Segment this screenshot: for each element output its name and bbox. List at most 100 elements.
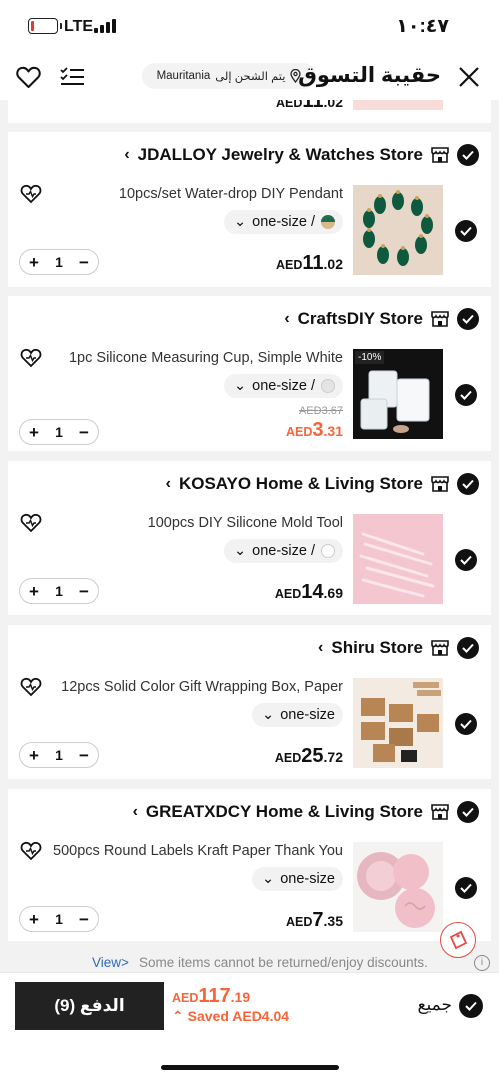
item-title[interactable]: 500pcs Round Labels Kraft Paper Thank Yo… (53, 843, 343, 859)
wishlist-heart-icon[interactable] (15, 64, 41, 90)
product-thumbnail[interactable] (353, 842, 443, 932)
variant-selector[interactable]: ⌄ one-size (252, 703, 343, 727)
store-name[interactable]: CraftsDIY Store (298, 309, 423, 329)
product-thumbnail[interactable] (353, 100, 443, 110)
quantity-value[interactable]: 1 (55, 254, 63, 270)
increase-button[interactable]: + (26, 254, 42, 271)
item-title[interactable]: 100pcs DIY Silicone Mold Tool (53, 515, 343, 531)
variant-label: one-size / (252, 214, 315, 230)
store-card: ‹ GREATXDCY Home & Living Store 500pcs R… (8, 789, 491, 941)
quantity-stepper[interactable]: + 1 − (19, 249, 99, 275)
shipping-destination[interactable]: Mauritania يتم الشحن إلى (142, 63, 316, 89)
quantity-stepper[interactable]: + 1 − (19, 578, 99, 604)
product-thumbnail[interactable] (353, 185, 443, 275)
item-title[interactable]: 1pc Silicone Measuring Cup, Simple White (53, 350, 343, 366)
move-to-wishlist-icon[interactable] (20, 348, 42, 370)
battery-icon (28, 18, 62, 34)
store-select-checkbox[interactable] (457, 801, 479, 823)
item-select-checkbox[interactable] (455, 220, 477, 242)
store-icon (431, 640, 449, 656)
variant-selector[interactable]: ⌄ one-size / (223, 210, 343, 234)
status-bar: LTE ١٠:٤٧ (0, 0, 499, 54)
variant-selector[interactable]: ⌄ one-size / (223, 374, 343, 398)
chevron-down-icon: ⌄ (262, 707, 275, 723)
item-title[interactable]: 10pcs/set Water-drop DIY Pendant (53, 186, 343, 202)
store-name[interactable]: GREATXDCY Home & Living Store (146, 802, 423, 822)
checkout-bar: الدفع (9) AED117.19 ⌃ Saved AED4.04 جميع (0, 972, 499, 1080)
store-header[interactable]: ‹ KOSAYO Home & Living Store (166, 473, 479, 495)
item-select-checkbox[interactable] (455, 713, 477, 735)
quantity-value[interactable]: 1 (55, 424, 63, 440)
store-icon (431, 311, 449, 327)
saved-label: Saved AED4.04 (187, 1008, 290, 1024)
increase-button[interactable]: + (26, 424, 42, 441)
color-swatch (321, 379, 335, 393)
info-icon[interactable]: i (474, 955, 490, 971)
quantity-stepper[interactable]: + 1 − (19, 742, 99, 768)
quantity-value[interactable]: 1 (55, 583, 63, 599)
move-to-wishlist-icon[interactable] (20, 184, 42, 206)
quantity-value[interactable]: 1 (55, 747, 63, 763)
cart-item-partial: AED11.02 (8, 100, 491, 123)
signal-icon (94, 19, 116, 33)
store-header[interactable]: ‹ GREATXDCY Home & Living Store (133, 801, 479, 823)
store-select-checkbox[interactable] (457, 308, 479, 330)
move-to-wishlist-icon[interactable] (20, 841, 42, 863)
item-title[interactable]: 12pcs Solid Color Gift Wrapping Box, Pap… (53, 679, 343, 695)
increase-button[interactable]: + (26, 583, 42, 600)
decrease-button[interactable]: − (76, 911, 92, 928)
increase-button[interactable]: + (26, 911, 42, 928)
store-card: ‹ KOSAYO Home & Living Store 100pcs DIY … (8, 461, 491, 615)
decrease-button[interactable]: − (76, 424, 92, 441)
checkout-button[interactable]: الدفع (9) (15, 982, 164, 1030)
store-card: ‹ CraftsDIY Store 1pc Silicone Measuring… (8, 296, 491, 451)
notice-text: Some items cannot be returned/enjoy disc… (139, 955, 428, 970)
store-header[interactable]: ‹ Shiru Store (318, 637, 479, 659)
list-menu-icon[interactable] (59, 64, 85, 90)
color-swatch (321, 544, 335, 558)
store-icon (431, 804, 449, 820)
store-name[interactable]: KOSAYO Home & Living Store (179, 474, 423, 494)
quantity-value[interactable]: 1 (55, 911, 63, 927)
select-all-checkbox[interactable] (459, 994, 483, 1018)
product-thumbnail[interactable] (353, 514, 443, 604)
store-name[interactable]: JDALLOY Jewelry & Watches Store (138, 145, 423, 165)
store-header[interactable]: ‹ CraftsDIY Store (284, 308, 479, 330)
move-to-wishlist-icon[interactable] (20, 513, 42, 535)
network-label: LTE (64, 18, 94, 35)
item-price: AED11.02 (275, 252, 343, 274)
item-select-checkbox[interactable] (455, 549, 477, 571)
chevron-down-icon: ⌄ (262, 871, 275, 887)
store-select-checkbox[interactable] (457, 144, 479, 166)
saved-amount[interactable]: ⌃ Saved AED4.04 (172, 1008, 289, 1025)
variant-label: one-size / (252, 543, 315, 559)
variant-label: one-size / (252, 378, 315, 394)
select-all-label[interactable]: جميع (417, 995, 452, 1015)
decrease-button[interactable]: − (76, 254, 92, 271)
variant-label: one-size (280, 871, 335, 887)
cart-list[interactable]: AED11.02 ‹ JDALLOY Jewelry & Watches Sto… (0, 100, 499, 970)
store-icon (431, 147, 449, 163)
increase-button[interactable]: + (26, 747, 42, 764)
store-header[interactable]: ‹ JDALLOY Jewelry & Watches Store (124, 144, 479, 166)
variant-selector[interactable]: ⌄ one-size (252, 867, 343, 891)
item-select-checkbox[interactable] (455, 384, 477, 406)
item-price: AED25.72 (274, 745, 343, 767)
move-to-wishlist-icon[interactable] (20, 677, 42, 699)
product-thumbnail[interactable] (353, 678, 443, 768)
decrease-button[interactable]: − (76, 747, 92, 764)
item-select-checkbox[interactable] (455, 877, 477, 899)
product-thumbnail[interactable]: -10% (353, 349, 443, 439)
store-select-checkbox[interactable] (457, 637, 479, 659)
variant-selector[interactable]: ⌄ one-size / (223, 539, 343, 563)
decrease-button[interactable]: − (76, 583, 92, 600)
coupon-icon[interactable] (440, 922, 476, 958)
store-select-checkbox[interactable] (457, 473, 479, 495)
quantity-stepper[interactable]: + 1 − (19, 419, 99, 445)
close-icon[interactable] (456, 64, 482, 90)
quantity-stepper[interactable]: + 1 − (19, 906, 99, 932)
item-price: AED14.69 (274, 581, 343, 603)
variant-label: one-size (280, 707, 335, 723)
store-name[interactable]: Shiru Store (331, 638, 423, 658)
view-link[interactable]: View> (92, 955, 129, 970)
